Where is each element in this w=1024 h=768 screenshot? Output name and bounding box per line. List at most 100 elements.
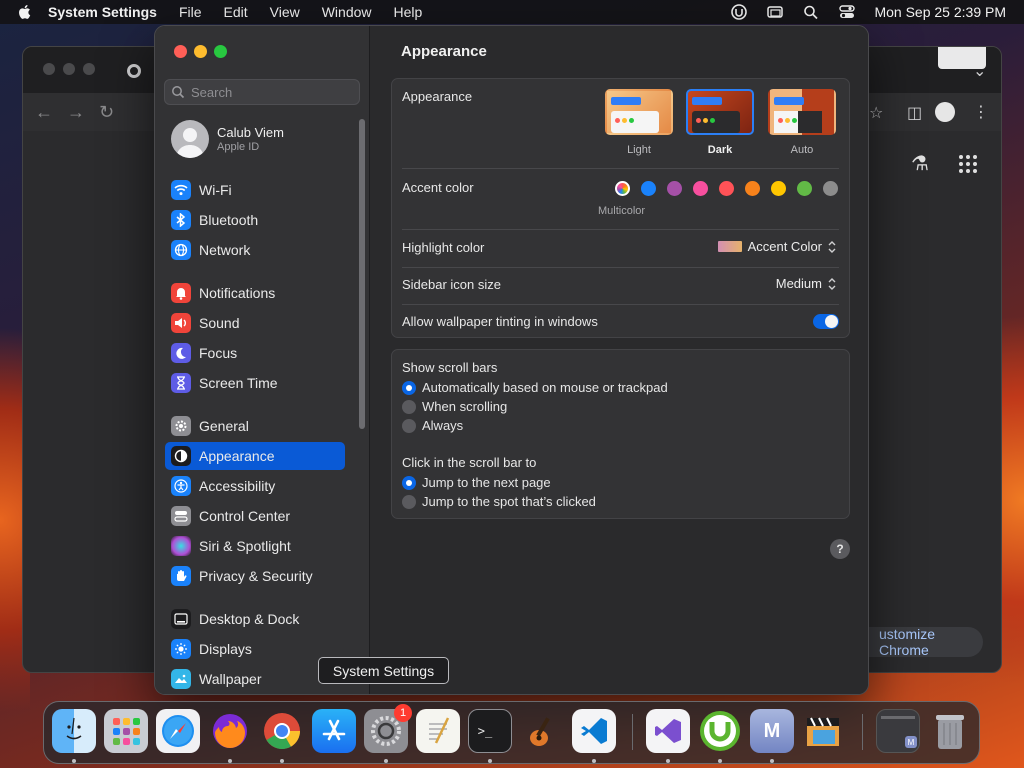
- profile-avatar[interactable]: [935, 102, 955, 122]
- finder-icon[interactable]: [52, 709, 96, 753]
- sidebar-item-control-center[interactable]: Control Center: [165, 502, 345, 530]
- sidebar-item-label: Desktop & Dock: [199, 611, 300, 627]
- speaker-icon: [171, 313, 191, 333]
- accent-green-swatch[interactable]: [797, 181, 812, 196]
- textedit-icon[interactable]: [416, 709, 460, 753]
- sidebar-scrollbar[interactable]: [359, 119, 365, 429]
- bookmark-star-icon[interactable]: ☆: [869, 103, 883, 123]
- m-app-icon[interactable]: M: [750, 709, 794, 753]
- back-icon[interactable]: ←: [35, 102, 53, 123]
- clapperboard-photos-icon[interactable]: [802, 709, 846, 753]
- accent-purple-swatch[interactable]: [667, 181, 682, 196]
- sidebar-icon-size-popup[interactable]: Medium: [776, 276, 837, 291]
- control-center-icon[interactable]: [838, 4, 856, 20]
- control-center-icon: [171, 506, 191, 526]
- sidebar-item-notifications[interactable]: Notifications: [165, 279, 345, 307]
- sidebar-item-bluetooth[interactable]: Bluetooth: [165, 206, 345, 234]
- radio-scroll-when-scrolling[interactable]: When scrolling: [402, 399, 507, 414]
- trash-icon[interactable]: [928, 709, 972, 753]
- launchpad-icon[interactable]: [104, 709, 148, 753]
- menu-file[interactable]: File: [179, 4, 202, 20]
- accent-selected-name: Multicolor: [598, 205, 646, 217]
- radio-label: Jump to the next page: [422, 475, 551, 490]
- accent-red-swatch[interactable]: [719, 181, 734, 196]
- reload-icon[interactable]: ↻: [99, 102, 114, 123]
- chrome-tab-favicon[interactable]: [127, 64, 141, 78]
- torrent-status-icon[interactable]: [730, 4, 748, 20]
- forward-icon[interactable]: →: [67, 102, 85, 123]
- sidebar-item-wifi[interactable]: Wi-Fi: [165, 176, 345, 204]
- side-panel-icon[interactable]: ◫: [907, 103, 922, 123]
- sidebar-item-desktop-dock[interactable]: Desktop & Dock: [165, 605, 345, 633]
- radio-button[interactable]: [402, 494, 416, 509]
- window-close-button[interactable]: [174, 45, 187, 58]
- sidebar-item-appearance[interactable]: Appearance: [165, 442, 345, 470]
- sidebar-item-network[interactable]: Network: [165, 236, 345, 264]
- accent-orange-swatch[interactable]: [745, 181, 760, 196]
- vscode-icon[interactable]: [572, 709, 616, 753]
- terminal-icon[interactable]: >_: [468, 709, 512, 753]
- menu-edit[interactable]: Edit: [224, 4, 248, 20]
- spotlight-search-icon[interactable]: [802, 4, 820, 20]
- sidebar-item-general[interactable]: General: [165, 412, 345, 440]
- radio-button[interactable]: [402, 380, 416, 395]
- sidebar-item-focus[interactable]: Focus: [165, 339, 345, 367]
- globe-icon: [171, 240, 191, 260]
- radio-button[interactable]: [402, 399, 416, 414]
- scroll-bar-settings-group: Show scroll bars Automatically based on …: [391, 349, 850, 519]
- accent-multicolor-swatch[interactable]: [615, 181, 630, 196]
- accent-pink-swatch[interactable]: [693, 181, 708, 196]
- sidebar-item-label: Screen Time: [199, 375, 278, 391]
- menu-view[interactable]: View: [270, 4, 300, 20]
- apple-logo-icon[interactable]: [16, 3, 34, 21]
- sidebar-item-privacy-security[interactable]: Privacy & Security: [165, 562, 345, 590]
- appearance-option-auto[interactable]: Auto: [766, 89, 838, 156]
- radio-scroll-always[interactable]: Always: [402, 418, 463, 433]
- radio-scroll-automatic[interactable]: Automatically based on mouse or trackpad: [402, 380, 668, 395]
- appearance-option-dark[interactable]: Dark: [684, 89, 756, 156]
- accent-blue-swatch[interactable]: [641, 181, 656, 196]
- chrome-minimize-button[interactable]: [63, 63, 75, 75]
- utorrent-icon[interactable]: [698, 709, 742, 753]
- app-store-icon[interactable]: [312, 709, 356, 753]
- menu-app-name[interactable]: System Settings: [48, 4, 157, 20]
- chrome-icon[interactable]: [260, 709, 304, 753]
- menu-clock[interactable]: Mon Sep 25 2:39 PM: [874, 4, 1006, 20]
- system-settings-dock-icon[interactable]: 1: [364, 704, 412, 753]
- garageband-icon[interactable]: [520, 709, 564, 753]
- wallpaper-tinting-toggle[interactable]: [813, 314, 839, 329]
- window-stage-icon[interactable]: [766, 4, 784, 20]
- sidebar-item-accessibility[interactable]: Accessibility: [165, 472, 345, 500]
- safari-icon[interactable]: [156, 709, 200, 753]
- labs-flask-icon[interactable]: ⚗: [911, 151, 929, 176]
- search-field[interactable]: Search: [164, 79, 360, 105]
- chrome-menu-icon[interactable]: ⋮: [973, 102, 989, 122]
- appearance-option-light[interactable]: Light: [603, 89, 675, 156]
- radio-button[interactable]: [402, 475, 416, 490]
- apple-id-profile[interactable]: Calub Viem Apple ID: [171, 120, 284, 158]
- customize-chrome-button[interactable]: ustomize Chrome: [849, 626, 983, 658]
- window-minimize-button[interactable]: [194, 45, 207, 58]
- accent-yellow-swatch[interactable]: [771, 181, 786, 196]
- help-button[interactable]: ?: [830, 539, 850, 559]
- radio-button[interactable]: [402, 418, 416, 433]
- chevron-down-icon[interactable]: ⌄: [973, 61, 986, 81]
- chrome-zoom-button[interactable]: [83, 63, 95, 75]
- radio-jump-to-spot[interactable]: Jump to the spot that’s clicked: [402, 494, 596, 509]
- window-zoom-button[interactable]: [214, 45, 227, 58]
- apps-grid-icon[interactable]: [959, 155, 977, 173]
- firefox-icon[interactable]: [208, 709, 252, 753]
- chrome-close-button[interactable]: [43, 63, 55, 75]
- siri-icon: [171, 536, 191, 556]
- highlight-swatch: [717, 241, 742, 252]
- minimized-window-thumbnail[interactable]: M: [876, 709, 920, 753]
- sidebar-item-sound[interactable]: Sound: [165, 309, 345, 337]
- menu-window[interactable]: Window: [322, 4, 372, 20]
- radio-jump-next-page[interactable]: Jump to the next page: [402, 475, 551, 490]
- visual-studio-icon[interactable]: [646, 709, 690, 753]
- highlight-color-popup[interactable]: Accent Color: [717, 239, 837, 254]
- accent-graphite-swatch[interactable]: [823, 181, 838, 196]
- sidebar-item-siri-spotlight[interactable]: Siri & Spotlight: [165, 532, 345, 560]
- menu-help[interactable]: Help: [394, 4, 423, 20]
- sidebar-item-screen-time[interactable]: Screen Time: [165, 369, 345, 397]
